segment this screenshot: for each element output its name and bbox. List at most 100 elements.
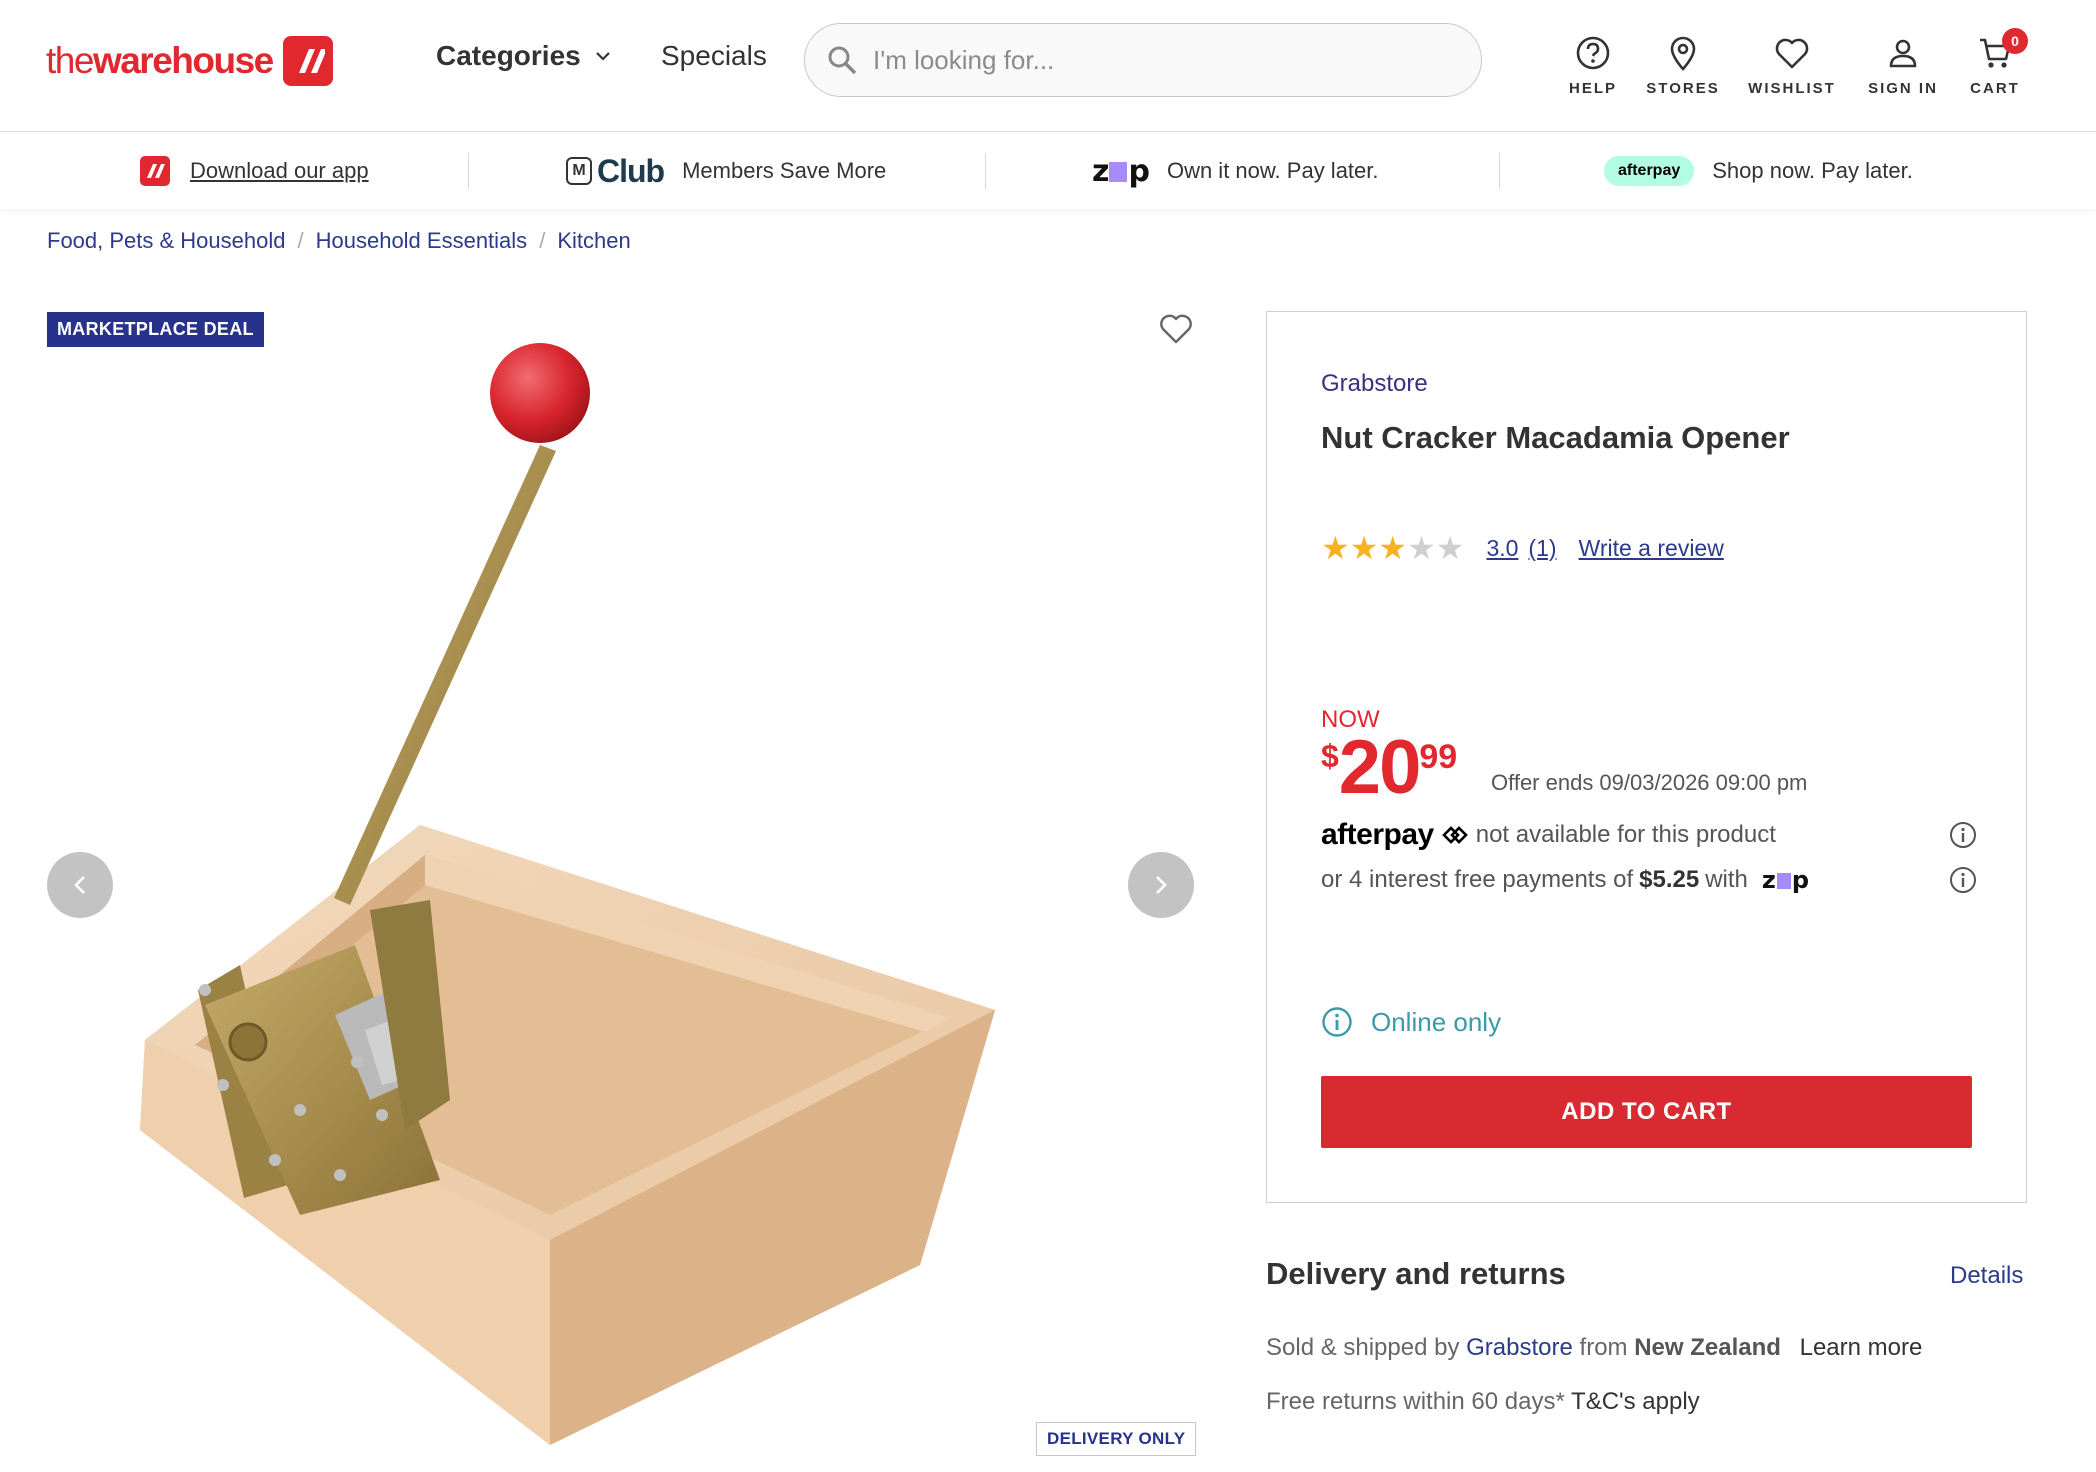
breadcrumb-separator: /	[539, 228, 546, 253]
specials-label: Specials	[661, 40, 767, 71]
afterpay-logo: afterpay	[1321, 818, 1434, 851]
zip-logo-icon: zp	[1761, 866, 1810, 894]
zip-amount: $5.25	[1639, 866, 1700, 893]
promo-divider	[985, 153, 986, 189]
wishlist-button[interactable]: WISHLIST	[1737, 34, 1847, 97]
seller-link[interactable]: Grabstore	[1466, 1334, 1573, 1361]
wishlist-heart-icon[interactable]	[1158, 312, 1194, 346]
write-review-link[interactable]: Write a review	[1579, 535, 1724, 562]
info-icon	[1322, 1007, 1352, 1037]
gallery-next-button[interactable]	[1128, 852, 1194, 918]
learn-more-link[interactable]: Learn more	[1800, 1334, 1923, 1361]
club-m-icon: M	[566, 157, 592, 185]
specials-link[interactable]: Specials	[661, 40, 767, 72]
afterpay-promo[interactable]: afterpay Shop now. Pay later.	[1604, 133, 1913, 209]
returns-line: Free returns within 60 days* T&C's apply	[1266, 1388, 1700, 1416]
returns-text: Free returns within 60 days*	[1266, 1388, 1565, 1415]
star-icon: ★	[1321, 530, 1350, 566]
zip-logo-icon: zp	[1092, 153, 1150, 189]
sold-prefix: Sold & shipped by	[1266, 1334, 1460, 1361]
online-only-label: Online only	[1371, 1006, 1502, 1037]
product-title: Nut Cracker Macadamia Opener	[1321, 420, 1790, 455]
review-count-link[interactable]: (1)	[1528, 535, 1556, 562]
cart-label: CART	[1970, 80, 2020, 97]
club-logo: M Club	[566, 152, 665, 190]
promo-bar: Download our app M Club Members Save Mor…	[0, 133, 2096, 209]
search-icon[interactable]	[827, 45, 857, 75]
sold-by-line: Sold & shipped by Grabstore from New Zea…	[1266, 1334, 1922, 1362]
product-brand-link[interactable]: Grabstore	[1321, 370, 1428, 398]
add-to-cart-button[interactable]: ADD TO CART	[1321, 1076, 1972, 1148]
delivery-only-badge: DELIVERY ONLY	[1036, 1422, 1197, 1456]
download-app-label: Download our app	[190, 158, 369, 183]
price-currency: $	[1321, 738, 1339, 774]
help-icon	[1576, 36, 1610, 70]
zip-promo[interactable]: zp Own it now. Pay later.	[1092, 133, 1379, 209]
product-image	[140, 343, 995, 1445]
star-icon: ★	[1435, 530, 1465, 566]
delivery-returns-title: Delivery and returns	[1266, 1256, 1566, 1291]
club-promo[interactable]: M Club Members Save More	[566, 133, 886, 209]
from-label: from	[1579, 1334, 1628, 1361]
delivery-details-link[interactable]: Details	[1950, 1262, 2023, 1290]
help-label: HELP	[1568, 80, 1617, 97]
star-icon: ★	[1378, 530, 1408, 566]
app-logo-icon	[140, 156, 170, 186]
stores-label: STORES	[1646, 80, 1720, 97]
info-icon[interactable]	[1949, 821, 1977, 849]
stores-button[interactable]: STORES	[1628, 34, 1738, 97]
price-cents: 99	[1419, 738, 1458, 776]
club-wordmark: Club	[597, 152, 665, 189]
zip-promo-text: Own it now. Pay later.	[1166, 158, 1379, 183]
star-rating: ★ ★ ★ ★ ★	[1321, 532, 1464, 564]
search-bar[interactable]	[804, 23, 1482, 97]
club-promo-text: Members Save More	[682, 158, 887, 183]
promo-divider	[468, 153, 469, 189]
chevron-down-icon	[595, 52, 610, 61]
afterpay-promo-text: Shop now. Pay later.	[1712, 158, 1913, 183]
origin-country: New Zealand	[1634, 1334, 1781, 1361]
zip-suffix: with	[1705, 866, 1748, 893]
product-rating: ★ ★ ★ ★ ★ 3.0 (1) Write a review	[1321, 532, 1724, 564]
afterpay-arrows-icon	[1441, 826, 1468, 844]
breadcrumb-item[interactable]: Household Essentials	[316, 228, 528, 254]
online-only-notice: Online only	[1321, 1006, 1501, 1038]
promo-divider	[1499, 153, 1500, 189]
location-pin-icon	[1670, 36, 1696, 71]
cart-count-badge: 0	[2002, 28, 2028, 54]
categories-label: Categories	[436, 40, 581, 71]
breadcrumb-separator: /	[297, 228, 304, 253]
zip-prefix: or 4 interest free payments of	[1321, 866, 1634, 893]
logo-slash-icon	[282, 36, 333, 86]
breadcrumb: Food, Pets & Household / Household Essen…	[47, 228, 631, 254]
wishlist-label: WISHLIST	[1748, 80, 1836, 97]
afterpay-row: afterpay not available for this product	[1321, 818, 1977, 852]
site-header: thewarehouse Categories Specials HELP ST…	[0, 0, 2096, 132]
sign-in-label: SIGN IN	[1868, 80, 1938, 97]
afterpay-logo-icon: afterpay	[1604, 156, 1695, 186]
gallery-prev-button[interactable]	[47, 852, 113, 918]
user-icon	[1889, 39, 1917, 68]
rating-value-link[interactable]: 3.0	[1486, 535, 1518, 562]
breadcrumb-item[interactable]: Kitchen	[557, 228, 630, 254]
breadcrumb-item[interactable]: Food, Pets & Household	[47, 228, 285, 254]
product-price: $ 20 99	[1321, 730, 1457, 806]
site-logo[interactable]: thewarehouse	[46, 34, 333, 88]
product-panel: Grabstore Nut Cracker Macadamia Opener ★…	[1266, 311, 2027, 1203]
price-dollars: 20	[1338, 725, 1422, 810]
chevron-left-icon	[74, 876, 85, 894]
star-icon: ★	[1407, 530, 1436, 566]
offer-ends-text: Offer ends 09/03/2026 09:00 pm	[1491, 770, 1808, 795]
logo-text: thewarehouse	[46, 40, 274, 81]
search-input[interactable]	[873, 44, 1433, 76]
categories-menu[interactable]: Categories	[436, 40, 611, 72]
download-app-link[interactable]: Download our app	[140, 133, 369, 209]
cart-button[interactable]: CART 0	[1940, 28, 2050, 97]
afterpay-note: not available for this product	[1475, 821, 1776, 848]
star-icon: ★	[1349, 530, 1379, 566]
tc-link[interactable]: T&C's apply	[1571, 1388, 1700, 1415]
zip-row: or 4 interest free payments of $5.25 wit…	[1321, 866, 1977, 894]
info-icon[interactable]	[1949, 866, 1977, 894]
chevron-right-icon	[1156, 876, 1167, 894]
heart-icon	[1775, 38, 1809, 69]
